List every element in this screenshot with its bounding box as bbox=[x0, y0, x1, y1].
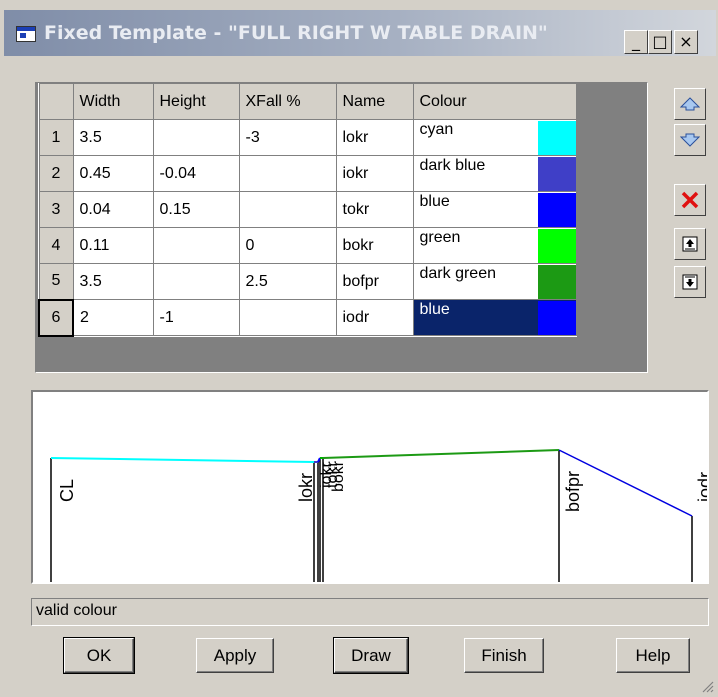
maximize-icon: □ bbox=[652, 32, 668, 51]
window-title: Fixed Template - "FULL RIGHT W TABLE DRA… bbox=[44, 22, 548, 44]
draw-button[interactable]: Draw bbox=[333, 637, 409, 674]
arrow-down-icon bbox=[680, 133, 700, 147]
cell-width[interactable]: 3.5 bbox=[72, 119, 154, 156]
cell-height[interactable]: -0.04 bbox=[152, 155, 240, 192]
col-header-colour[interactable]: Colour bbox=[412, 83, 577, 120]
cell-xfall[interactable]: 0 bbox=[238, 227, 337, 264]
grid-header-row: Width Height XFall % Name Colour bbox=[38, 83, 577, 120]
cell-width[interactable]: 3.5 bbox=[72, 263, 154, 300]
cell-xfall[interactable]: -3 bbox=[238, 119, 337, 156]
cell-colour[interactable]: dark green bbox=[412, 263, 577, 300]
move-up-button[interactable] bbox=[674, 88, 706, 120]
table-row[interactable]: 4 0.11 0 bokr green bbox=[38, 227, 577, 264]
cell-height[interactable] bbox=[152, 263, 240, 300]
insert-below-icon bbox=[682, 274, 698, 290]
move-down-button[interactable] bbox=[674, 124, 706, 156]
preview-label-cl: CL bbox=[57, 479, 77, 502]
cell-name[interactable]: iokr bbox=[335, 155, 414, 192]
delete-row-button[interactable] bbox=[674, 184, 706, 216]
delete-icon bbox=[681, 191, 699, 209]
row-number[interactable]: 5 bbox=[38, 263, 74, 300]
cell-name[interactable]: tokr bbox=[335, 191, 414, 228]
table-row[interactable]: 3 0.04 0.15 tokr blue bbox=[38, 191, 577, 228]
cell-colour[interactable]: cyan bbox=[412, 119, 577, 156]
cell-xfall[interactable]: 2.5 bbox=[238, 263, 337, 300]
colour-label: dark blue bbox=[419, 156, 486, 174]
cell-height[interactable]: 0.15 bbox=[152, 191, 240, 228]
title-bar[interactable]: Fixed Template - "FULL RIGHT W TABLE DRA… bbox=[4, 10, 716, 56]
finish-button[interactable]: Finish bbox=[464, 638, 544, 673]
cell-colour[interactable]: green bbox=[412, 227, 577, 264]
row-number[interactable]: 1 bbox=[38, 119, 74, 156]
insert-below-button[interactable] bbox=[674, 266, 706, 298]
cell-width[interactable]: 2 bbox=[72, 299, 154, 336]
col-header-height[interactable]: Height bbox=[152, 83, 240, 120]
cell-height[interactable] bbox=[152, 227, 240, 264]
cell-colour[interactable]: dark blue bbox=[412, 155, 577, 192]
cell-name[interactable]: lokr bbox=[335, 119, 414, 156]
cell-width[interactable]: 0.11 bbox=[72, 227, 154, 264]
col-header-name[interactable]: Name bbox=[335, 83, 414, 120]
help-button[interactable]: Help bbox=[616, 638, 690, 673]
insert-above-button[interactable] bbox=[674, 228, 706, 260]
table-row[interactable]: 5 3.5 2.5 bofpr dark green bbox=[38, 263, 577, 300]
preview-label-bokr: bokr bbox=[330, 460, 347, 492]
colour-label: blue bbox=[419, 300, 450, 318]
colour-label: cyan bbox=[419, 120, 454, 138]
template-grid-frame: Width Height XFall % Name Colour 1 3.5 -3 l… bbox=[35, 82, 648, 373]
colour-swatch bbox=[537, 264, 576, 299]
table-row[interactable]: 1 3.5 -3 lokr cyan bbox=[38, 119, 577, 156]
status-bar: valid colour bbox=[31, 598, 709, 626]
preview-label-bofpr: bofpr bbox=[563, 471, 583, 512]
col-header-xfall[interactable]: XFall % bbox=[238, 83, 337, 120]
colour-swatch bbox=[537, 120, 576, 155]
table-row[interactable]: 2 0.45 -0.04 iokr dark blue bbox=[38, 155, 577, 192]
cell-colour[interactable]: blue bbox=[412, 191, 577, 228]
cell-xfall[interactable] bbox=[238, 191, 337, 228]
colour-swatch bbox=[537, 300, 576, 335]
col-header-width[interactable]: Width bbox=[72, 83, 154, 120]
close-icon: × bbox=[679, 32, 693, 51]
preview-label-lokr: lokr bbox=[296, 473, 316, 502]
cell-name[interactable]: iodr bbox=[335, 299, 414, 336]
minimize-button[interactable]: _ bbox=[624, 30, 648, 54]
preview-label-iodr: iodr bbox=[695, 472, 707, 502]
template-grid[interactable]: Width Height XFall % Name Colour 1 3.5 -3 l… bbox=[38, 83, 577, 337]
ok-button[interactable]: OK bbox=[63, 637, 135, 674]
arrow-up-icon bbox=[680, 97, 700, 111]
template-preview[interactable]: CL lokr iokr tokr bokr bofpr iodr bbox=[31, 390, 715, 584]
colour-label: green bbox=[419, 228, 461, 246]
cell-width[interactable]: 0.04 bbox=[72, 191, 154, 228]
cell-xfall[interactable] bbox=[238, 155, 337, 192]
apply-button[interactable]: Apply bbox=[196, 638, 274, 673]
cell-name[interactable]: bokr bbox=[335, 227, 414, 264]
cell-height[interactable]: -1 bbox=[152, 299, 240, 336]
grid-corner-header bbox=[38, 83, 74, 120]
cell-height[interactable] bbox=[152, 119, 240, 156]
row-number[interactable]: 3 bbox=[38, 191, 74, 228]
resize-grip-icon[interactable] bbox=[700, 679, 714, 693]
colour-swatch bbox=[537, 156, 576, 191]
insert-above-icon bbox=[682, 236, 698, 252]
lokr-segment bbox=[50, 457, 315, 463]
cell-colour[interactable]: blue bbox=[412, 299, 577, 336]
colour-swatch bbox=[537, 228, 576, 263]
minimize-icon: _ bbox=[632, 32, 640, 51]
row-number[interactable]: 4 bbox=[38, 227, 74, 264]
colour-label: blue bbox=[419, 192, 450, 210]
window-app-icon[interactable] bbox=[16, 26, 36, 42]
colour-label: dark green bbox=[419, 264, 497, 282]
row-number[interactable]: 6 bbox=[38, 298, 74, 337]
maximize-button[interactable]: □ bbox=[648, 30, 672, 54]
fixed-template-window: Fixed Template - "FULL RIGHT W TABLE DRA… bbox=[0, 0, 718, 697]
close-button[interactable]: × bbox=[674, 30, 698, 54]
cell-name[interactable]: bofpr bbox=[335, 263, 414, 300]
row-number[interactable]: 2 bbox=[38, 155, 74, 192]
cell-xfall[interactable] bbox=[238, 299, 337, 336]
table-row[interactable]: 6 2 -1 iodr blue bbox=[38, 298, 577, 337]
colour-swatch bbox=[537, 192, 576, 227]
preview-drawing: CL lokr iokr tokr bokr bofpr iodr bbox=[50, 449, 715, 582]
bofpr-segment bbox=[322, 449, 560, 459]
cell-width[interactable]: 0.45 bbox=[72, 155, 154, 192]
